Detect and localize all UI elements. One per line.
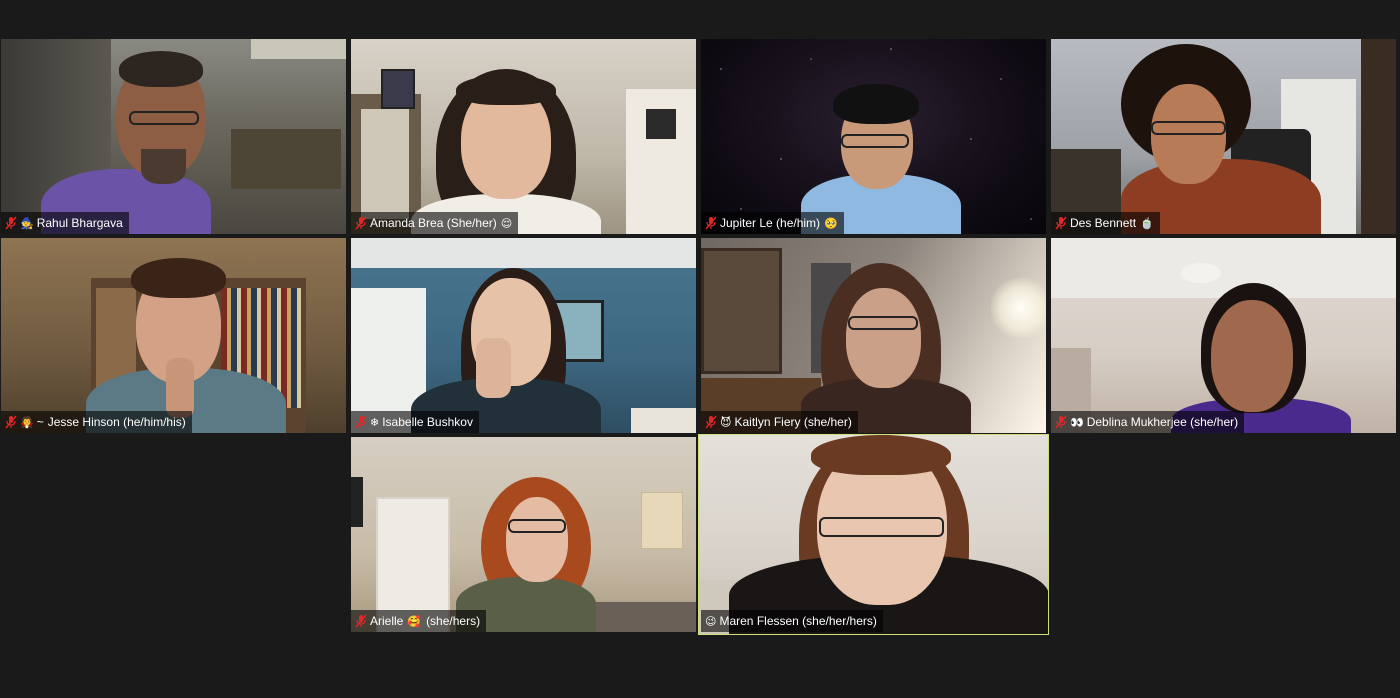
video-feed: [699, 435, 1048, 634]
name-emoji: 👀: [1070, 415, 1084, 429]
name-emoji: 🍵: [1140, 216, 1154, 230]
video-tile-arielle[interactable]: Arielle 🥰 (she/hers): [351, 437, 696, 632]
microphone-muted-icon: [5, 216, 17, 230]
participant-name: Maren Flessen (she/her/hers): [719, 614, 877, 628]
participant-name: Kaitlyn Fiery (she/her): [734, 415, 852, 429]
participant-name: Isabelle Bushkov: [382, 415, 473, 429]
participant-name: Jesse Hinson (he/him/his): [47, 415, 186, 429]
video-feed: [351, 238, 696, 433]
video-tile-rahul[interactable]: 🧙 Rahul Bhargava: [1, 39, 346, 234]
name-emoji: ❄: [370, 415, 380, 429]
video-feed: [701, 39, 1046, 234]
microphone-muted-icon: [1055, 415, 1067, 429]
participant-name: Amanda Brea (She/her): [370, 216, 497, 230]
video-tile-amanda[interactable]: Amanda Brea (She/her) 😌: [351, 39, 696, 234]
name-emoji: 😉: [705, 614, 717, 628]
microphone-muted-icon: [705, 216, 717, 230]
video-tile-jupiter[interactable]: Jupiter Le (he/him) 🥺: [701, 39, 1046, 234]
participant-nameplate: Arielle 🥰 (she/hers): [351, 610, 487, 632]
participant-nameplate: 👀 Deblina Mukherjee (she/her): [1051, 411, 1245, 433]
gallery-view: 🧙 Rahul Bhargava Amanda Brea (She/her) 😌: [0, 0, 1400, 698]
video-tile-maren-active-speaker[interactable]: 😉 Maren Flessen (she/her/hers): [698, 434, 1049, 635]
video-tile-jesse[interactable]: 🧛 ~ Jesse Hinson (he/him/his): [1, 238, 346, 433]
participant-nameplate: 🧛 ~ Jesse Hinson (he/him/his): [1, 411, 192, 433]
participant-nameplate: ❄ Isabelle Bushkov: [351, 411, 479, 433]
video-feed: [701, 238, 1046, 433]
microphone-muted-icon: [355, 415, 367, 429]
video-tile-isabelle[interactable]: ❄ Isabelle Bushkov: [351, 238, 696, 433]
video-feed: [1, 39, 346, 234]
participant-name: Deblina Mukherjee (she/her): [1086, 415, 1239, 429]
name-emoji: 😈: [720, 415, 732, 429]
participant-nameplate: 😉 Maren Flessen (she/her/hers): [701, 610, 883, 632]
participant-name: Rahul Bhargava: [36, 216, 123, 230]
participant-nameplate: 🧙 Rahul Bhargava: [1, 212, 129, 234]
name-emoji: 🥺: [824, 216, 838, 230]
participant-nameplate: 😈 Kaitlyn Fiery (she/her): [701, 411, 858, 433]
microphone-muted-icon: [355, 614, 367, 628]
name-emoji: 🧙: [20, 216, 34, 230]
name-prefix: ~: [36, 415, 44, 429]
participant-pronouns: (she/hers): [426, 614, 481, 628]
participant-name: Jupiter Le (he/him): [720, 216, 821, 230]
microphone-muted-icon: [355, 216, 367, 230]
participant-name: Arielle: [370, 614, 404, 628]
microphone-muted-icon: [705, 415, 717, 429]
video-tile-deblina[interactable]: 👀 Deblina Mukherjee (she/her): [1051, 238, 1396, 433]
participant-nameplate: Amanda Brea (She/her) 😌: [351, 212, 519, 234]
name-emoji: 🧛: [20, 415, 34, 429]
video-feed: [351, 437, 696, 632]
microphone-muted-icon: [1055, 216, 1067, 230]
name-emoji: 😌: [500, 216, 513, 230]
video-tile-des[interactable]: Des Bennett 🍵: [1051, 39, 1396, 234]
participant-nameplate: Jupiter Le (he/him) 🥺: [701, 212, 844, 234]
microphone-muted-icon: [5, 415, 17, 429]
video-feed: [351, 39, 696, 234]
name-emoji: 🥰: [407, 614, 422, 628]
participant-nameplate: Des Bennett 🍵: [1051, 212, 1160, 234]
participant-name: Des Bennett: [1070, 216, 1137, 230]
video-tile-kaitlyn[interactable]: 😈 Kaitlyn Fiery (she/her): [701, 238, 1046, 433]
video-feed: [1, 238, 346, 433]
video-feed: [1051, 238, 1396, 433]
video-feed: [1051, 39, 1396, 234]
